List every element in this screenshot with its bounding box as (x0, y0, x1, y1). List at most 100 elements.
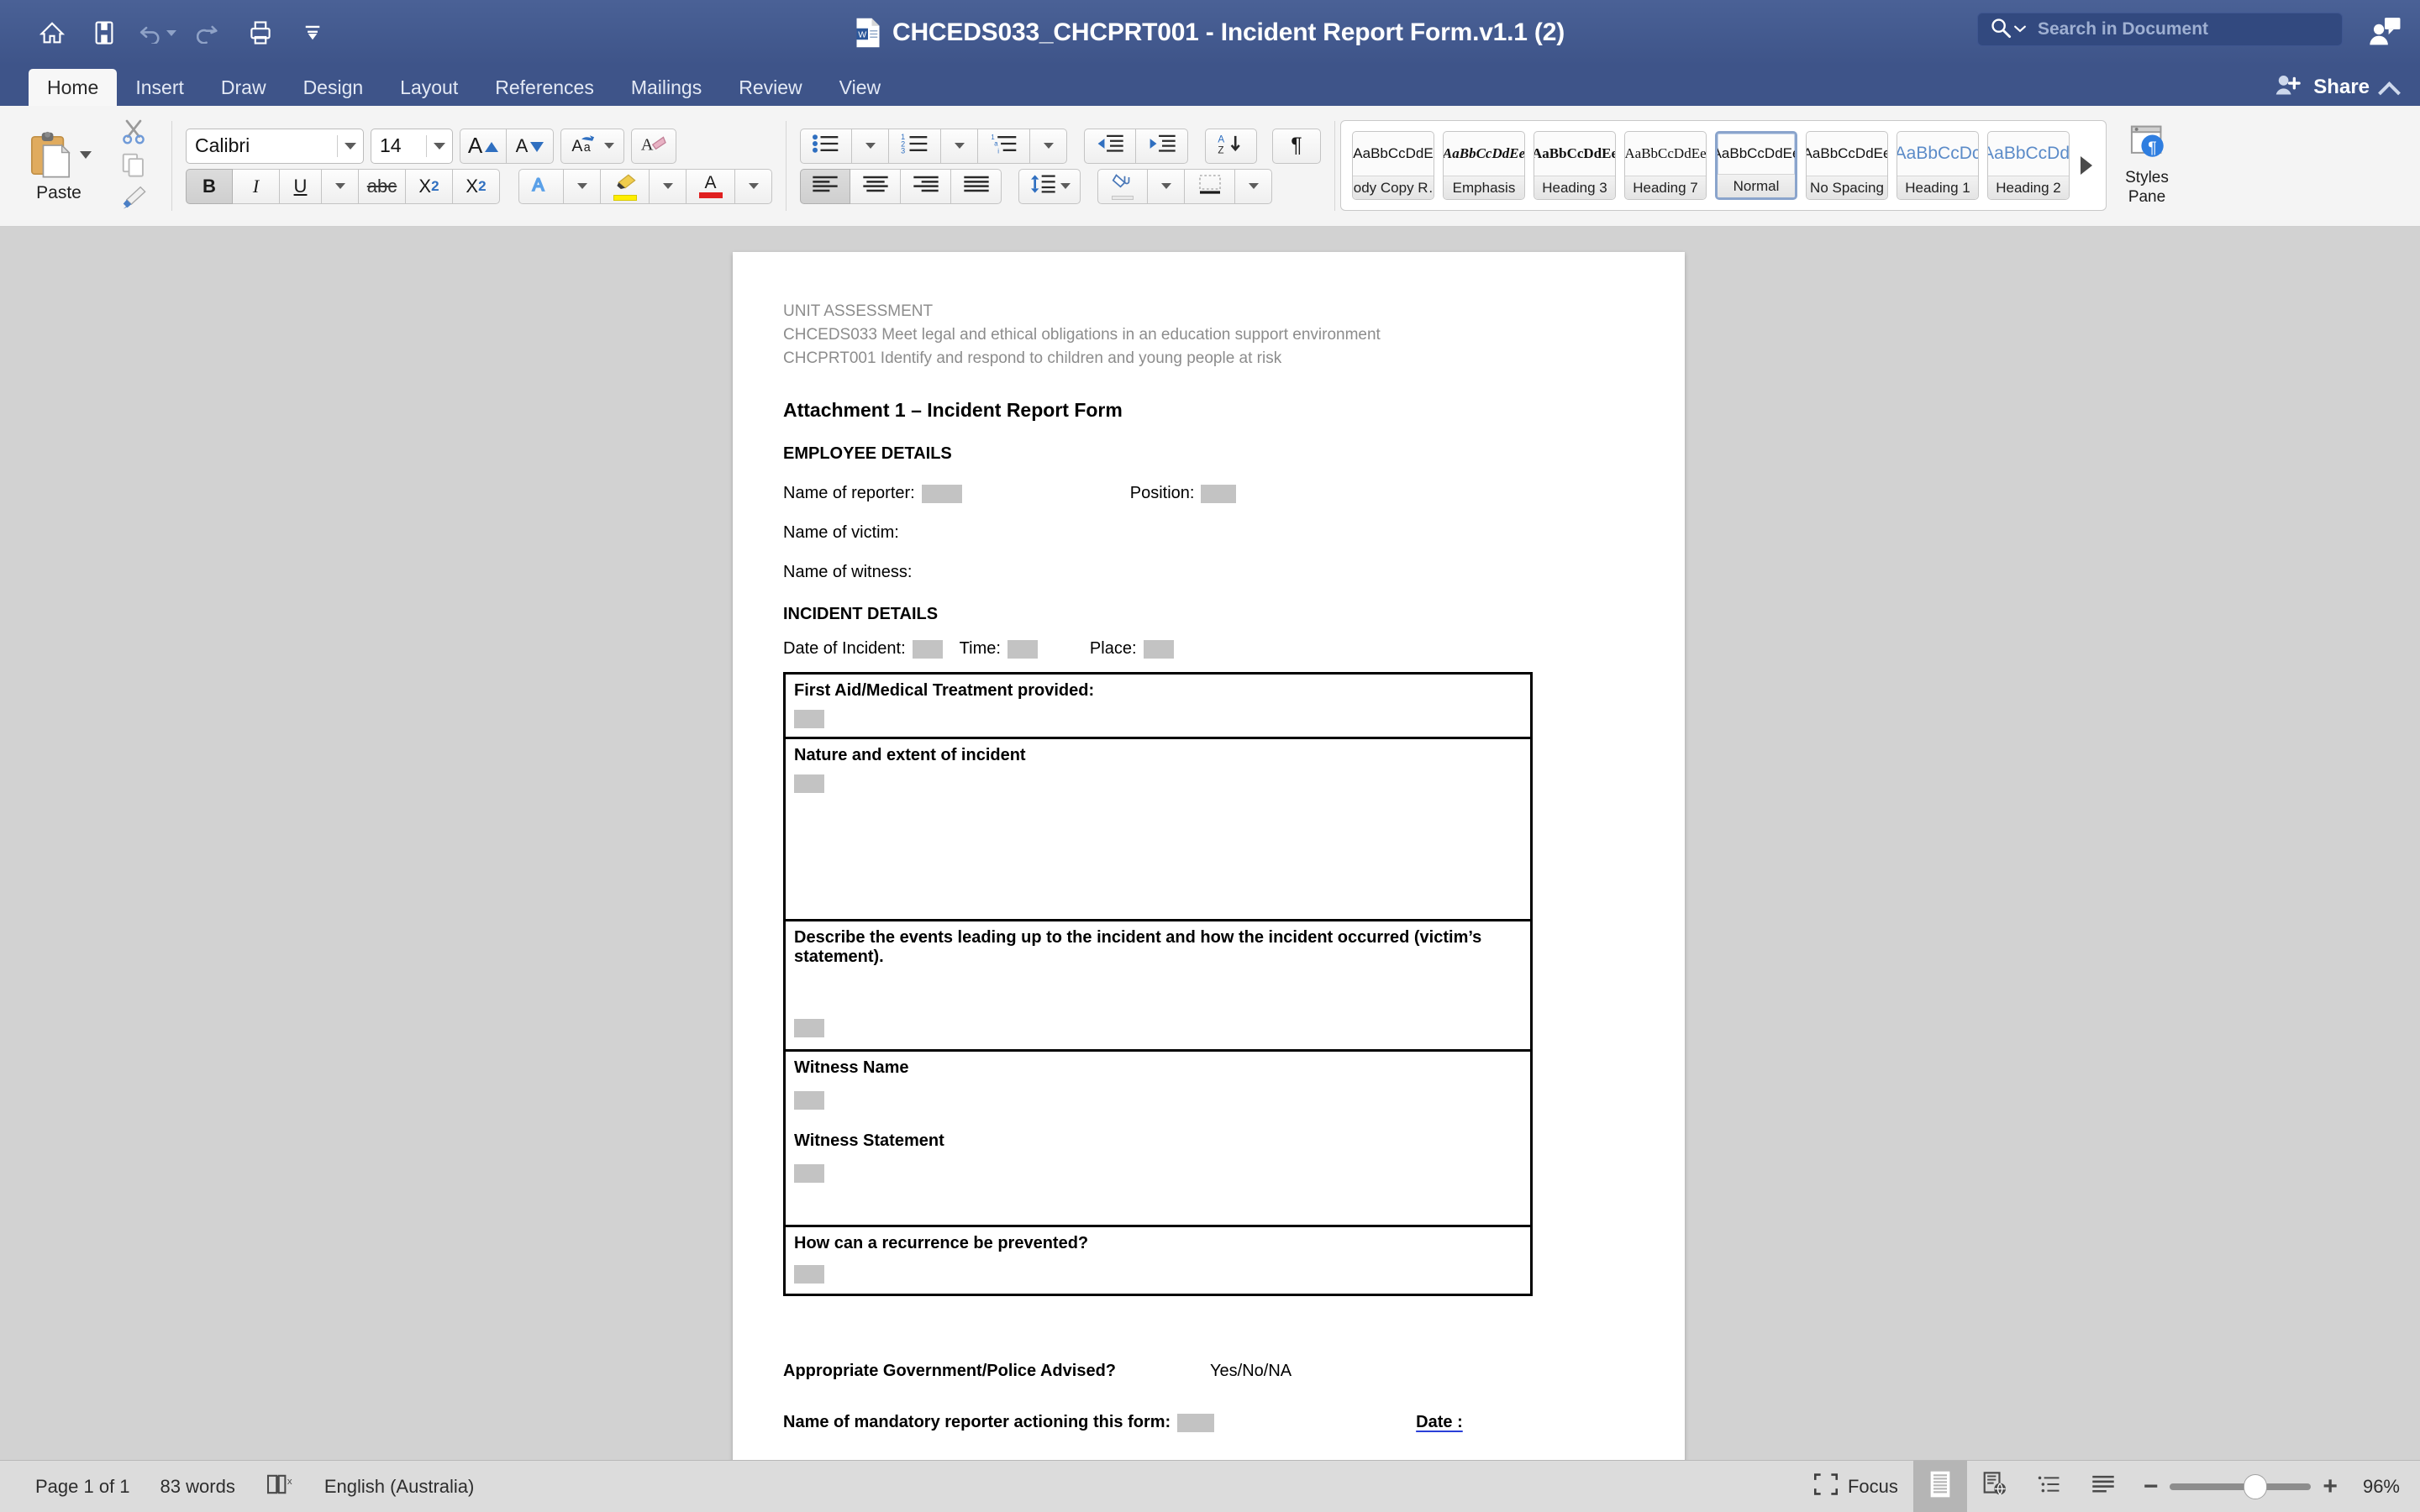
font-family-caret[interactable] (338, 142, 363, 150)
tab-home[interactable]: Home (29, 69, 118, 106)
tab-design[interactable]: Design (285, 69, 382, 106)
superscript-button[interactable]: X2 (453, 168, 500, 204)
cell-placeholder[interactable] (794, 774, 824, 794)
date-field-label[interactable]: Date : (1416, 1413, 1463, 1432)
shading-button[interactable] (1097, 168, 1148, 204)
align-left-button[interactable] (800, 168, 850, 204)
font-family-combo[interactable]: Calibri (186, 128, 364, 164)
font-color-caret[interactable] (735, 168, 772, 204)
language-indicator[interactable]: English (Australia) (324, 1476, 475, 1498)
date-value-placeholder[interactable] (912, 639, 943, 659)
bold-button[interactable]: B (186, 168, 233, 204)
draft-view-button[interactable] (2076, 1461, 2130, 1512)
sort-button[interactable]: AZ (1205, 128, 1257, 164)
style-card-heading-3[interactable]: AaBbCcDdEe Heading 3 (1534, 131, 1616, 200)
web-layout-view-button[interactable] (1967, 1461, 2023, 1512)
borders-caret[interactable] (1235, 168, 1272, 204)
styles-gallery[interactable]: AaBbCcDdE Body Copy R… AaBbCcDdEe Emphas… (1340, 120, 2107, 211)
tab-insert[interactable]: Insert (117, 69, 203, 106)
change-case-button[interactable]: Aa (560, 128, 624, 164)
scissors-icon[interactable] (119, 118, 148, 149)
position-value-placeholder[interactable] (1201, 484, 1237, 503)
style-card-heading-1[interactable]: AaBbCcDc Heading 1 (1897, 131, 1979, 200)
multilevel-list-caret[interactable] (1030, 128, 1067, 164)
style-card-normal[interactable]: AaBbCcDdEe Normal (1715, 131, 1797, 200)
print-icon[interactable] (237, 11, 284, 55)
style-card-heading-2[interactable]: AaBbCcDdI Heading 2 (1987, 131, 2070, 200)
table-row[interactable]: First Aid/Medical Treatment provided: (786, 675, 1530, 740)
collaborator-icon[interactable] (2368, 15, 2402, 49)
style-card-heading-7[interactable]: AaBbCcDdEе Heading 7 (1624, 131, 1707, 200)
font-size-combo[interactable]: 14 (371, 128, 453, 164)
zoom-slider[interactable]: − + (2130, 1473, 2351, 1499)
mandatory-reporter-placeholder[interactable] (1177, 1413, 1215, 1432)
clear-formatting-button[interactable]: A (631, 128, 676, 164)
highlight-caret[interactable] (650, 168, 687, 204)
undo-dropdown-caret[interactable] (166, 29, 176, 36)
undo-icon[interactable] (133, 11, 180, 55)
increase-indent-button[interactable] (1136, 128, 1188, 164)
style-card-no-spacing[interactable]: AaBbCcDdEe No Spacing (1806, 131, 1888, 200)
numbered-list-caret[interactable] (941, 128, 978, 164)
outline-view-button[interactable] (2023, 1461, 2076, 1512)
cell-placeholder[interactable] (794, 1265, 824, 1284)
print-layout-view-button[interactable] (1912, 1460, 1967, 1512)
bullet-list-button[interactable] (800, 128, 852, 164)
numbered-list-button[interactable]: 123 (889, 128, 941, 164)
align-right-button[interactable] (901, 168, 951, 204)
zoom-track[interactable] (2170, 1473, 2312, 1499)
style-card-emphasis[interactable]: AaBbCcDdEe Emphasis (1443, 131, 1525, 200)
paste-dropdown-caret[interactable] (80, 151, 92, 159)
cell-placeholder[interactable] (794, 1164, 824, 1184)
underline-button[interactable]: U (280, 168, 322, 204)
styles-pane-button[interactable]: ¶ Styles Pane (2107, 106, 2187, 226)
word-count[interactable]: 83 words (160, 1476, 235, 1498)
line-spacing-caret[interactable] (1060, 183, 1071, 189)
font-size-caret[interactable] (427, 142, 452, 150)
multilevel-list-button[interactable]: 1ai (978, 128, 1030, 164)
zoom-level[interactable]: 96% (2363, 1476, 2400, 1498)
align-center-button[interactable] (850, 168, 901, 204)
page-info[interactable]: Page 1 of 1 (35, 1476, 130, 1498)
tab-references[interactable]: References (476, 69, 613, 106)
search-dropdown-caret[interactable] (2014, 22, 2026, 37)
decrease-indent-button[interactable] (1084, 128, 1136, 164)
tab-mailings[interactable]: Mailings (613, 69, 720, 106)
line-spacing-button[interactable] (1018, 168, 1081, 204)
save-icon[interactable] (81, 11, 128, 55)
copy-icon[interactable] (120, 152, 147, 181)
home-icon[interactable] (29, 11, 76, 55)
grow-font-button[interactable]: A (460, 128, 507, 164)
change-case-caret[interactable] (604, 143, 614, 149)
focus-mode-button[interactable]: Focus (1799, 1461, 1913, 1512)
table-row[interactable]: Witness Name (786, 1052, 1530, 1120)
bullet-list-caret[interactable] (852, 128, 889, 164)
highlight-button[interactable] (601, 168, 650, 204)
tab-layout[interactable]: Layout (381, 69, 476, 106)
shrink-font-button[interactable]: A (507, 128, 554, 164)
cell-placeholder[interactable] (794, 1091, 824, 1110)
table-row[interactable]: Witness Statement (786, 1120, 1530, 1228)
borders-button[interactable] (1185, 168, 1235, 204)
tab-review[interactable]: Review (720, 69, 820, 106)
paste-button[interactable]: Paste (8, 129, 109, 203)
document-page[interactable]: UNIT ASSESSMENT CHCEDS033 Meet legal and… (733, 252, 1685, 1460)
collapse-ribbon-icon[interactable] (2380, 78, 2398, 97)
search-input[interactable]: Search in Document (1977, 13, 2343, 46)
proofing-errors-icon[interactable]: x (266, 1473, 294, 1501)
format-painter-icon[interactable] (119, 185, 148, 214)
share-button[interactable]: Share (2313, 76, 2370, 99)
customize-toolbar-icon[interactable] (289, 11, 336, 55)
zoom-out-button[interactable]: − (2144, 1473, 2159, 1499)
style-card-body-copy[interactable]: AaBbCcDdE Body Copy R… (1352, 131, 1434, 200)
cell-placeholder[interactable] (794, 710, 824, 729)
text-effects-caret[interactable] (564, 168, 601, 204)
zoom-in-button[interactable]: + (2323, 1473, 2338, 1499)
table-row[interactable]: Describe the events leading up to the in… (786, 921, 1530, 1053)
redo-icon[interactable] (185, 11, 232, 55)
show-formatting-marks-button[interactable]: ¶ (1272, 128, 1321, 164)
underline-caret[interactable] (322, 168, 359, 204)
table-row[interactable]: Nature and extent of incident (786, 739, 1530, 922)
subscript-button[interactable]: X2 (406, 168, 453, 204)
time-value-placeholder[interactable] (1007, 639, 1038, 659)
